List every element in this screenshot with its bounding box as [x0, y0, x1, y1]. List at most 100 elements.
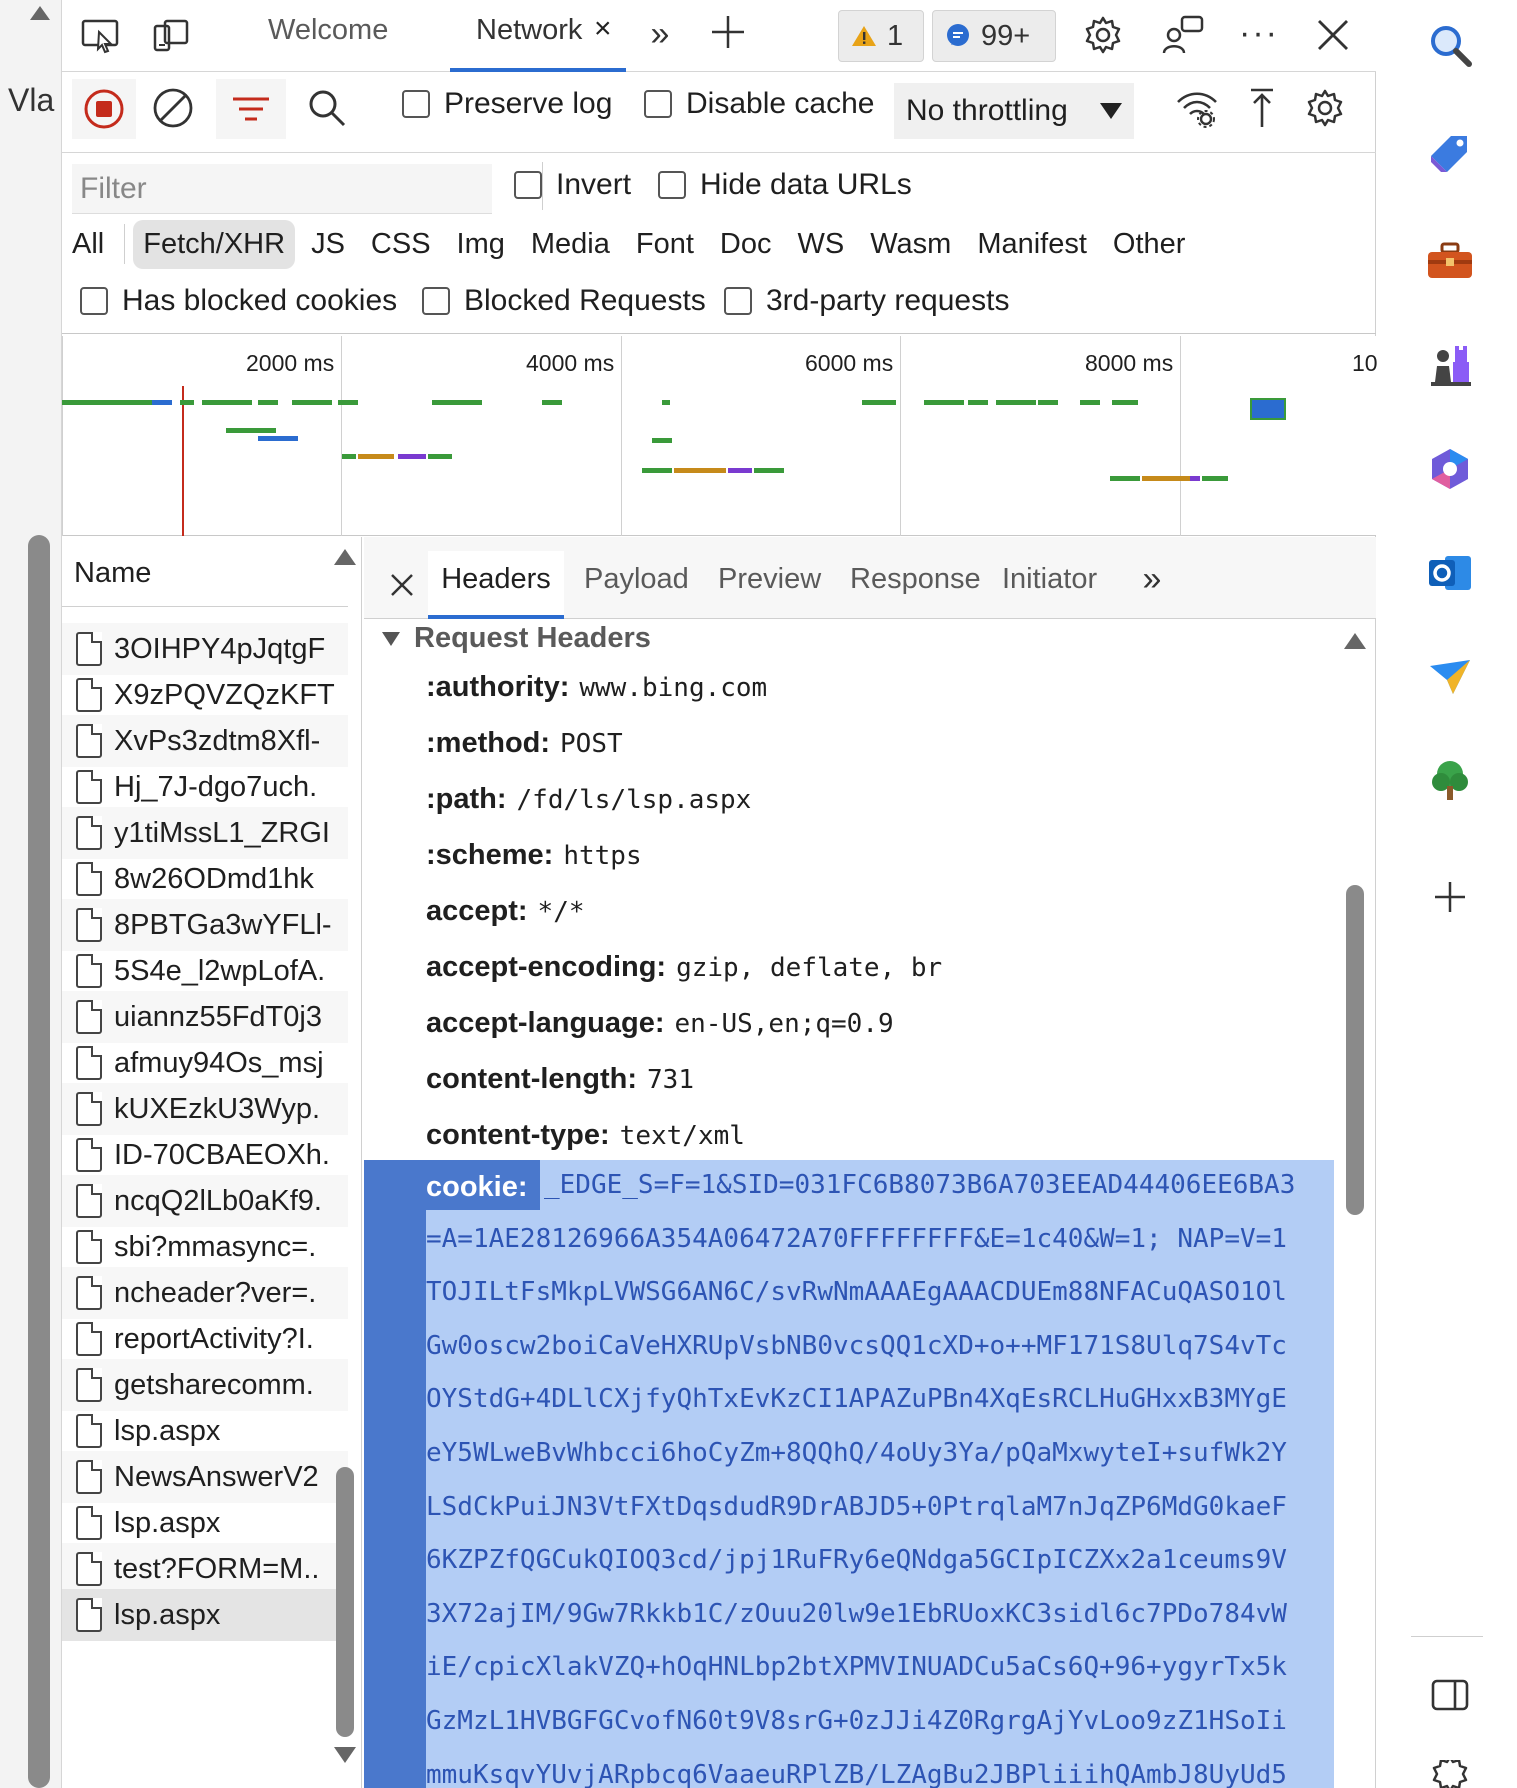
copilot-icon[interactable]	[1425, 444, 1475, 494]
request-row[interactable]: lsp.aspx	[62, 1589, 348, 1641]
filter-funnel-icon[interactable]	[216, 79, 286, 139]
scroll-up-arrow[interactable]	[334, 549, 356, 565]
tab-response[interactable]: Response	[850, 563, 981, 619]
type-filter-manifest[interactable]: Manifest	[967, 220, 1097, 269]
disable-cache-box[interactable]	[644, 90, 672, 118]
add-tool-icon[interactable]	[706, 10, 750, 54]
request-list-scrollbar-thumb[interactable]	[336, 1467, 354, 1737]
type-filter-fetch-xhr[interactable]: Fetch/XHR	[133, 219, 296, 269]
network-settings-icon[interactable]	[1300, 83, 1350, 133]
toolbox-icon[interactable]	[1425, 236, 1475, 286]
request-header-row[interactable]: accept-encoding: gzip, deflate, br	[426, 951, 942, 984]
request-row[interactable]: sbi?mmasync=.	[62, 1221, 348, 1273]
preserve-log-checkbox[interactable]: Preserve log	[402, 87, 612, 121]
scroll-up-arrow[interactable]	[30, 6, 50, 20]
type-filter-media[interactable]: Media	[521, 220, 620, 269]
hide-data-urls-box[interactable]	[658, 171, 686, 199]
more-tabs-chevron-icon[interactable]: »	[1132, 557, 1172, 601]
invert-box[interactable]	[514, 171, 542, 199]
type-filter-other[interactable]: Other	[1103, 220, 1196, 269]
request-row[interactable]: NewsAnswerV2	[62, 1451, 348, 1503]
more-options-icon[interactable]: ···	[1234, 10, 1284, 56]
type-filter-ws[interactable]: WS	[788, 220, 855, 269]
search-icon[interactable]	[302, 83, 352, 133]
throttling-select[interactable]: No throttling	[894, 83, 1134, 139]
tab-preview[interactable]: Preview	[718, 563, 821, 619]
network-conditions-icon[interactable]	[1172, 83, 1222, 133]
type-filter-wasm[interactable]: Wasm	[860, 220, 961, 269]
cookie-value[interactable]: _EDGE_S=F=1&SID=031FC6B8073B6A703EEAD444…	[426, 1160, 1334, 1788]
blocked-requests-box[interactable]	[422, 287, 450, 315]
warnings-badge[interactable]: 1	[838, 10, 924, 62]
feedback-icon[interactable]	[1160, 12, 1206, 58]
request-header-row[interactable]: :authority: www.bing.com	[426, 671, 767, 704]
request-row[interactable]: test?FORM=M..	[62, 1543, 348, 1595]
request-header-row[interactable]: :scheme: https	[426, 839, 642, 872]
outlook-icon[interactable]	[1425, 548, 1475, 598]
request-row[interactable]: 5S4e_l2wpLofA.	[62, 945, 348, 997]
request-row[interactable]: y1tiMssL1_ZRGI	[62, 807, 348, 859]
type-filter-font[interactable]: Font	[626, 220, 704, 269]
request-header-row[interactable]: accept: */*	[426, 895, 585, 928]
request-row[interactable]: ID-70CBAEOXh.	[62, 1129, 348, 1181]
import-har-icon[interactable]	[1240, 83, 1284, 133]
request-row[interactable]: afmuy94Os_msj	[62, 1037, 348, 1089]
close-devtools-icon[interactable]	[1310, 12, 1356, 58]
scroll-up-arrow[interactable]	[1344, 633, 1366, 649]
disable-cache-checkbox[interactable]: Disable cache	[644, 87, 874, 121]
request-header-row[interactable]: :path: /fd/ls/lsp.aspx	[426, 783, 751, 816]
close-tab-icon[interactable]: ×	[594, 12, 612, 46]
close-detail-icon[interactable]	[382, 563, 422, 607]
request-row[interactable]: X9zPQVZQzKFT	[62, 669, 348, 721]
filter-input[interactable]	[72, 164, 492, 214]
request-row[interactable]: kUXEzkU3Wyp.	[62, 1083, 348, 1135]
inspect-element-icon[interactable]	[76, 14, 126, 58]
background-scrollbar-thumb[interactable]	[28, 535, 50, 1788]
settings-gear-icon[interactable]	[1080, 12, 1126, 58]
record-stop-icon[interactable]	[72, 79, 136, 139]
request-header-row[interactable]: content-type: text/xml	[426, 1119, 745, 1152]
collapse-triangle-icon[interactable]	[382, 631, 400, 646]
request-row[interactable]: ncheader?ver=.	[62, 1267, 348, 1319]
third-party-requests-checkbox[interactable]: 3rd-party requests	[724, 284, 1009, 318]
scroll-down-arrow[interactable]	[334, 1747, 356, 1763]
request-row[interactable]: lsp.aspx	[62, 1405, 348, 1457]
tab-payload[interactable]: Payload	[584, 563, 689, 619]
type-filter-doc[interactable]: Doc	[710, 220, 782, 269]
request-row[interactable]: lsp.aspx	[62, 1497, 348, 1549]
tab-headers[interactable]: Headers	[428, 551, 564, 619]
name-column-header[interactable]: Name	[62, 537, 348, 607]
has-blocked-cookies-checkbox[interactable]: Has blocked cookies	[80, 284, 397, 318]
messages-badge[interactable]: 99+	[932, 10, 1056, 62]
type-filter-img[interactable]: Img	[447, 220, 515, 269]
split-view-icon[interactable]	[1425, 1670, 1475, 1720]
tab-initiator[interactable]: Initiator	[1002, 563, 1097, 619]
request-row[interactable]: XvPs3zdtm8Xfl-	[62, 715, 348, 767]
type-filter-js[interactable]: JS	[301, 220, 355, 269]
request-row[interactable]: Hj_7J-dgo7uch.	[62, 761, 348, 813]
settings-icon[interactable]	[1425, 1760, 1475, 1788]
request-row[interactable]: reportActivity?I.	[62, 1313, 348, 1365]
request-row[interactable]: 3OIHPY4pJqtgF	[62, 623, 348, 675]
request-row[interactable]: 8PBTGa3wYFLl-	[62, 899, 348, 951]
type-filter-css[interactable]: CSS	[361, 220, 441, 269]
request-row[interactable]: 8w26ODmd1hk	[62, 853, 348, 905]
more-tabs-chevron-icon[interactable]: »	[640, 12, 680, 56]
has-blocked-cookies-box[interactable]	[80, 287, 108, 315]
tab-network[interactable]: Network ×	[450, 12, 626, 72]
request-header-row[interactable]: accept-language: en-US,en;q=0.9	[426, 1007, 894, 1040]
tree-icon[interactable]	[1425, 756, 1475, 806]
request-header-row[interactable]: :method: POST	[426, 727, 623, 760]
detail-scrollbar-thumb[interactable]	[1346, 885, 1364, 1215]
add-icon[interactable]	[1425, 872, 1475, 922]
clear-log-icon[interactable]	[148, 83, 198, 133]
tag-icon[interactable]	[1425, 128, 1475, 178]
chess-icon[interactable]	[1425, 340, 1475, 390]
send-icon[interactable]	[1425, 652, 1475, 702]
preserve-log-box[interactable]	[402, 90, 430, 118]
third-party-requests-box[interactable]	[724, 287, 752, 315]
type-filter-all[interactable]: All	[62, 220, 114, 269]
timeline-overview[interactable]: 2000 ms 4000 ms 6000 ms 8000 ms 10	[62, 336, 1378, 536]
request-row[interactable]: ncqQ2lLb0aKf9.	[62, 1175, 348, 1227]
search-icon[interactable]	[1425, 20, 1475, 70]
